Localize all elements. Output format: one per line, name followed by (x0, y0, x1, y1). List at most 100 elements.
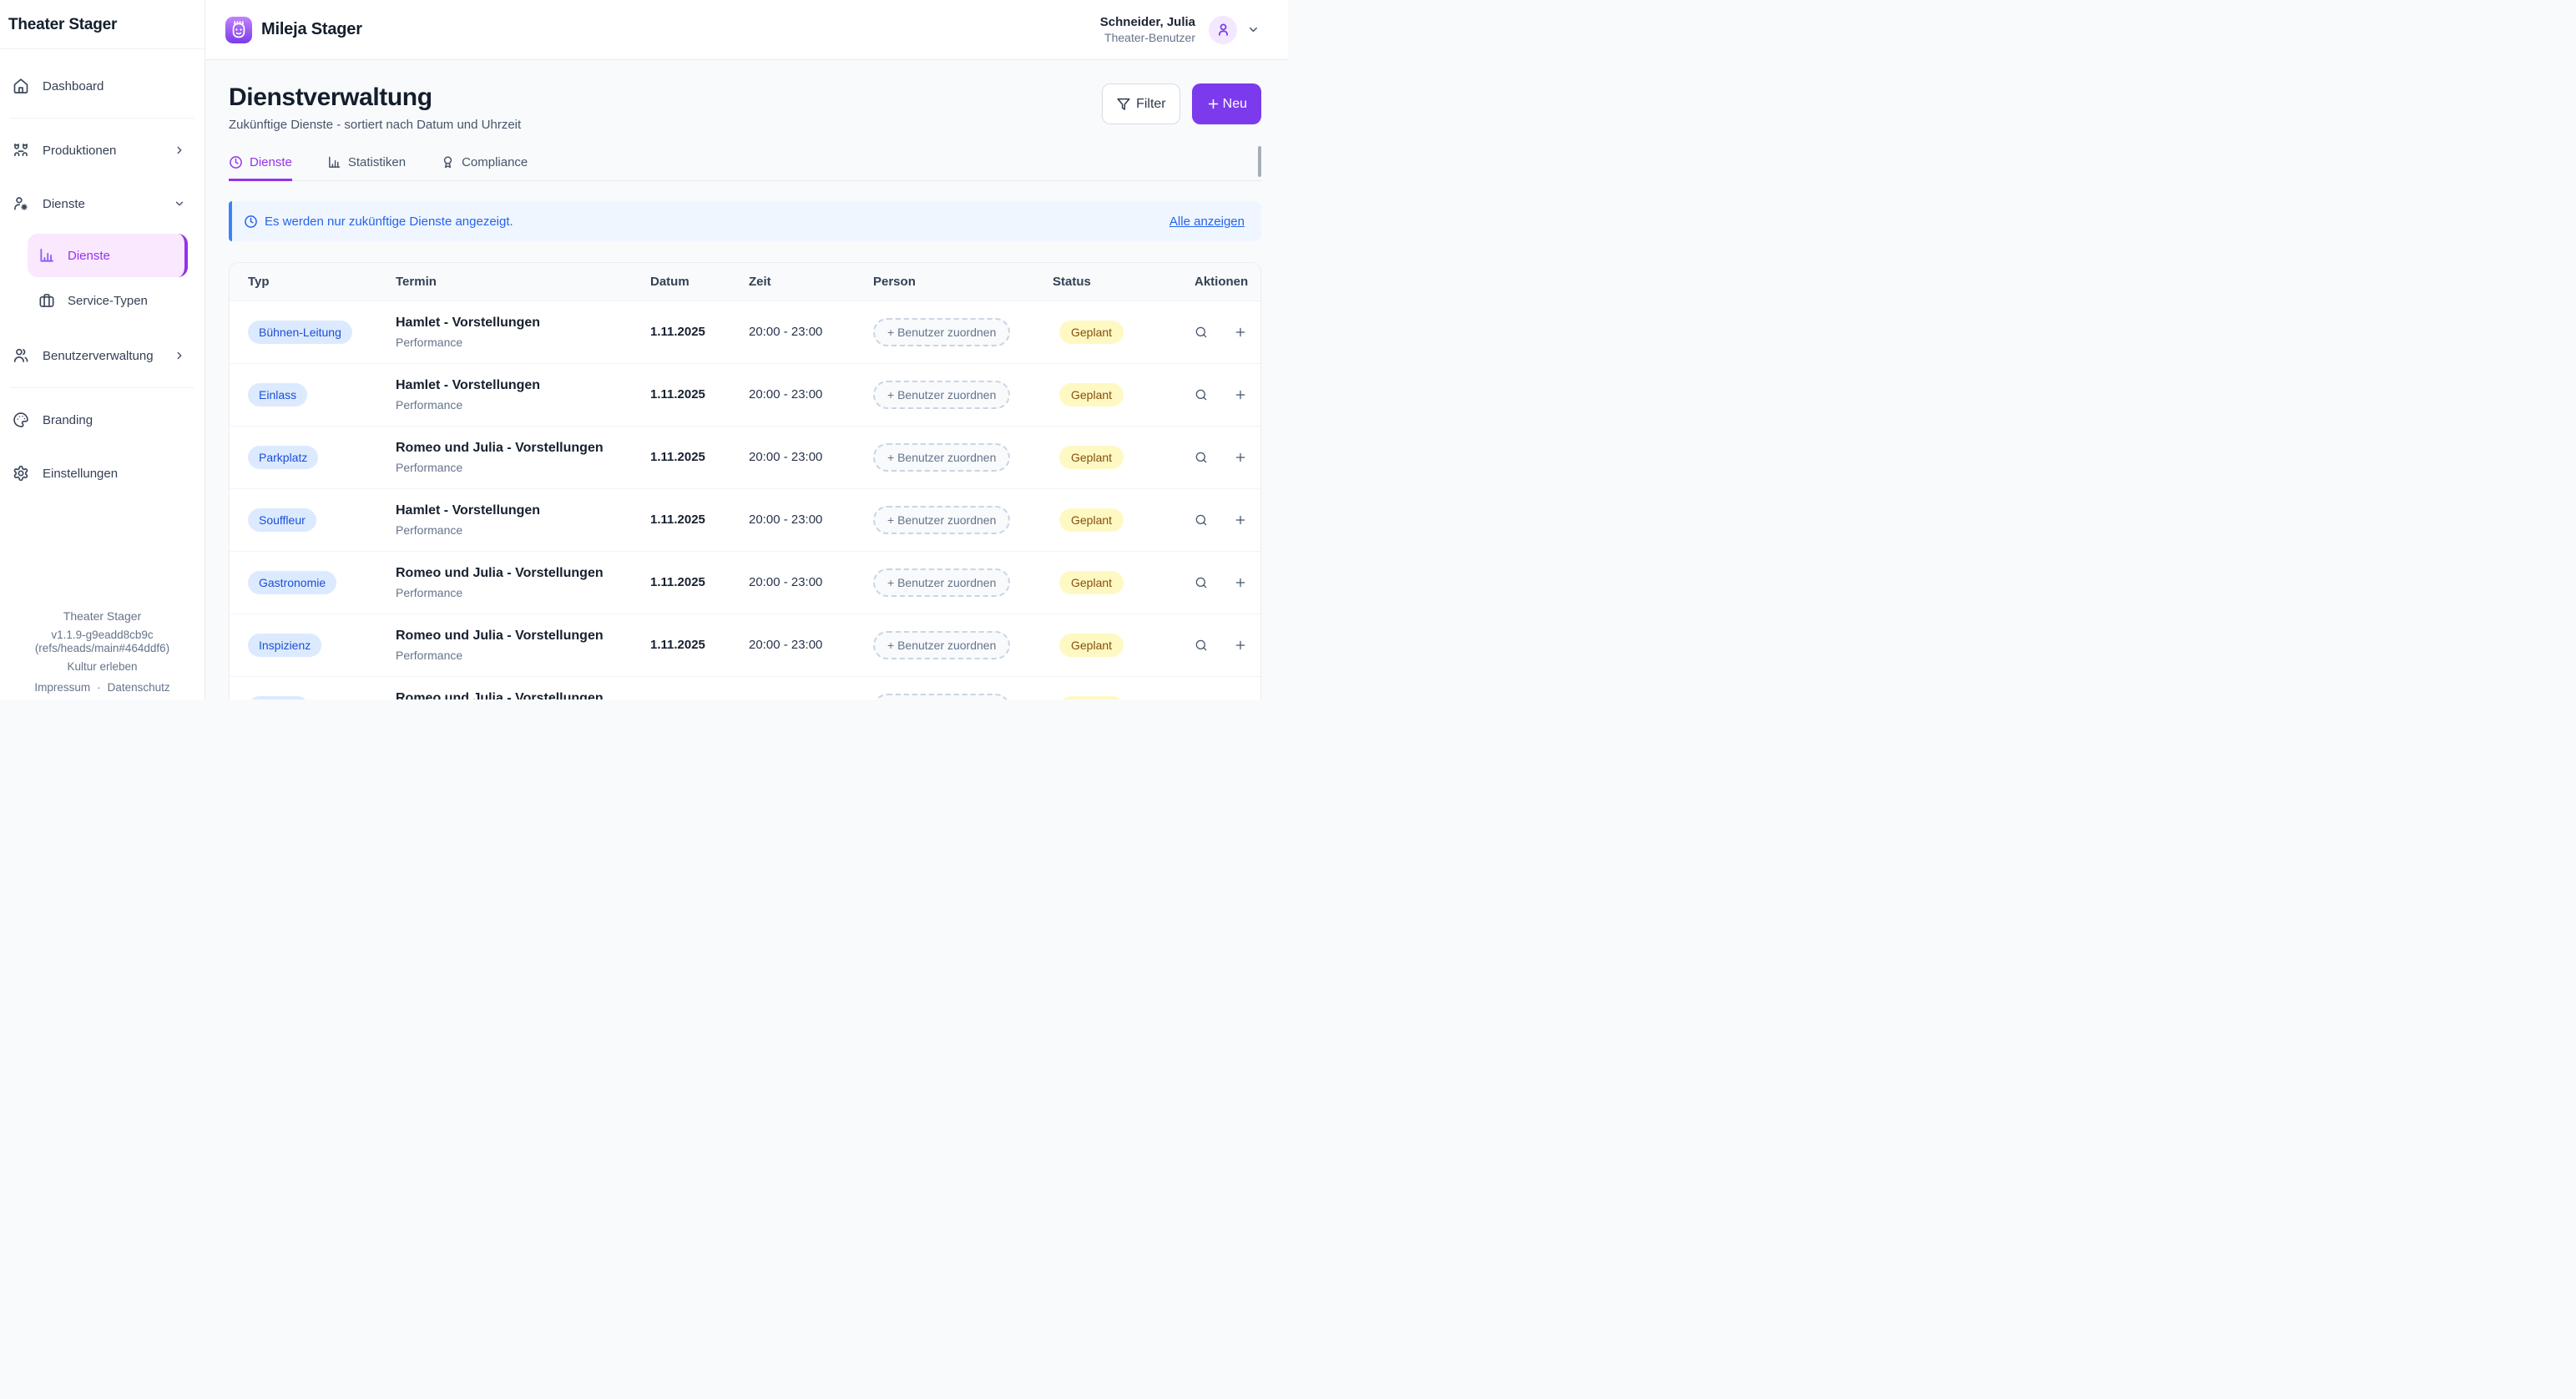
event-date: 1.11.2025 (650, 513, 705, 527)
plus-icon[interactable] (1234, 386, 1247, 403)
assign-user-button[interactable]: + Benutzer zuordnen (873, 443, 1010, 472)
funnel-icon (1116, 97, 1131, 112)
event-category: Performance (396, 336, 644, 349)
sidebar-item-dashboard[interactable]: Dashboard (7, 68, 198, 104)
user-menu[interactable]: Schneider, Julia Theater-Benutzer (1100, 14, 1260, 45)
tab-compliance[interactable]: Compliance (441, 155, 528, 181)
chevron-right-icon (174, 350, 185, 361)
tab-label: Statistiken (348, 155, 406, 169)
users-icon (13, 347, 29, 364)
assign-user-button[interactable]: + Benutzer zuordnen (873, 381, 1010, 409)
plus-icon[interactable] (1234, 574, 1247, 591)
impressum-link[interactable]: Impressum (34, 681, 90, 694)
event-time: 20:00 - 23:00 (749, 325, 822, 339)
sidebar-item-benutzerverwaltung[interactable]: Benutzerverwaltung (7, 337, 198, 374)
type-badge: Bühnen-Leitung (248, 321, 352, 344)
new-button[interactable]: Neu (1192, 83, 1261, 124)
assign-user-button[interactable]: + Benutzer zuordnen (873, 694, 1010, 700)
sidebar-item-branding[interactable]: Branding (7, 402, 198, 438)
event-category: Performance (396, 649, 644, 662)
event-title: Romeo und Julia - Vorstellungen (396, 440, 644, 457)
page-actions: Filter Neu (1102, 83, 1261, 124)
tab-dienste[interactable]: Dienste (229, 155, 292, 181)
user-gear-icon (13, 195, 29, 212)
assign-user-button[interactable]: + Benutzer zuordnen (873, 318, 1010, 346)
assign-user-button[interactable]: + Benutzer zuordnen (873, 568, 1010, 597)
sidebar-item-einstellungen[interactable]: Einstellungen (7, 455, 198, 492)
sidebar-divider (10, 118, 194, 119)
table-row: Bühnen-Leitung Hamlet - Vorstellungen Pe… (230, 301, 1260, 363)
row-actions (1195, 449, 1254, 466)
info-banner-text: Es werden nur zukünftige Dienste angezei… (265, 215, 513, 229)
sidebar-item-label: Produktionen (43, 144, 116, 158)
show-all-link[interactable]: Alle anzeigen (1169, 215, 1245, 229)
col-person: Person (873, 263, 1053, 301)
user-icon (1215, 22, 1231, 38)
theater-masks-icon (13, 142, 29, 159)
assign-user-button[interactable]: + Benutzer zuordnen (873, 631, 1010, 659)
type-badge: Souffleur (248, 508, 316, 532)
topbar: Mileja Stager Schneider, Julia Theater-B… (205, 0, 1288, 60)
event-date: 1.11.2025 (650, 638, 705, 652)
scrollbar-thumb[interactable] (1258, 146, 1261, 177)
chevron-down-icon (174, 198, 185, 210)
main-area: Mileja Stager Schneider, Julia Theater-B… (205, 0, 1288, 700)
event-time: 20:00 - 23:00 (749, 513, 822, 527)
event-time: 20:00 - 23:00 (749, 450, 822, 464)
page-head: Dienstverwaltung Zukünftige Dienste - so… (229, 83, 1261, 132)
sidebar-item-label: Branding (43, 413, 93, 427)
footer-tagline: Kultur erleben (0, 660, 205, 673)
plus-icon[interactable] (1234, 512, 1247, 528)
sidebar-subitem-dienste[interactable]: Dienste (28, 234, 188, 277)
col-typ: Typ (230, 263, 396, 301)
event-category: Performance (396, 586, 644, 599)
sidebar-subitem-label: Dienste (68, 249, 110, 263)
status-badge: Geplant (1059, 571, 1124, 594)
sidebar-item-label: Dashboard (43, 79, 104, 93)
plus-icon[interactable] (1234, 449, 1247, 466)
tab-statistiken[interactable]: Statistiken (327, 155, 406, 181)
user-info: Schneider, Julia Theater-Benutzer (1100, 14, 1195, 45)
event-title: Romeo und Julia - Vorstellungen (396, 628, 644, 644)
search-icon[interactable] (1195, 324, 1208, 341)
datenschutz-link[interactable]: Datenschutz (108, 681, 170, 694)
event-time: 20:00 - 23:00 (749, 638, 822, 652)
app-name[interactable]: Mileja Stager (261, 20, 362, 39)
col-aktionen: Aktionen (1195, 263, 1260, 301)
bar-chart-icon (38, 247, 55, 264)
table-row: Einlass Hamlet - Vorstellungen Performan… (230, 363, 1260, 426)
event-title: Hamlet - Vorstellungen (396, 503, 644, 519)
status-badge: Geplant (1059, 696, 1124, 700)
sidebar-subitem-service-typen[interactable]: Service-Typen (28, 282, 188, 319)
services-table-card: Typ Termin Datum Zeit Person Status Akti… (229, 262, 1261, 700)
sidebar-subitem-label: Service-Typen (68, 294, 148, 308)
table-header-row: Typ Termin Datum Zeit Person Status Akti… (230, 263, 1260, 301)
col-status: Status (1053, 263, 1195, 301)
plus-icon[interactable] (1234, 324, 1247, 341)
page-title: Dienstverwaltung (229, 83, 521, 112)
assign-user-button[interactable]: + Benutzer zuordnen (873, 506, 1010, 534)
search-icon[interactable] (1195, 449, 1208, 466)
plus-icon[interactable] (1234, 637, 1247, 654)
row-actions (1195, 637, 1254, 654)
type-badge: Einlass (248, 383, 307, 407)
row-actions (1195, 324, 1254, 341)
sidebar-subnav-dienste: Dienste Service-Typen (28, 234, 188, 319)
services-table: Typ Termin Datum Zeit Person Status Akti… (230, 263, 1260, 700)
event-date: 1.11.2025 (650, 325, 705, 339)
sidebar-item-produktionen[interactable]: Produktionen (7, 132, 198, 169)
sidebar-footer: Theater Stager v1.1.9-g9eadd8cb9c (refs/… (0, 609, 205, 694)
search-icon[interactable] (1195, 512, 1208, 528)
sidebar-brand: Theater Stager (0, 0, 205, 49)
gear-icon (13, 465, 29, 482)
search-icon[interactable] (1195, 574, 1208, 591)
sidebar-item-label: Benutzerverwaltung (43, 349, 154, 363)
avatar[interactable] (1209, 16, 1237, 44)
sidebar-item-dienste[interactable]: Dienste (7, 185, 198, 222)
filter-button[interactable]: Filter (1102, 83, 1180, 124)
search-icon[interactable] (1195, 637, 1208, 654)
user-chevron-down-icon[interactable] (1247, 23, 1260, 36)
sidebar-item-label: Einstellungen (43, 467, 118, 481)
search-icon[interactable] (1195, 386, 1208, 403)
status-badge: Geplant (1059, 634, 1124, 657)
